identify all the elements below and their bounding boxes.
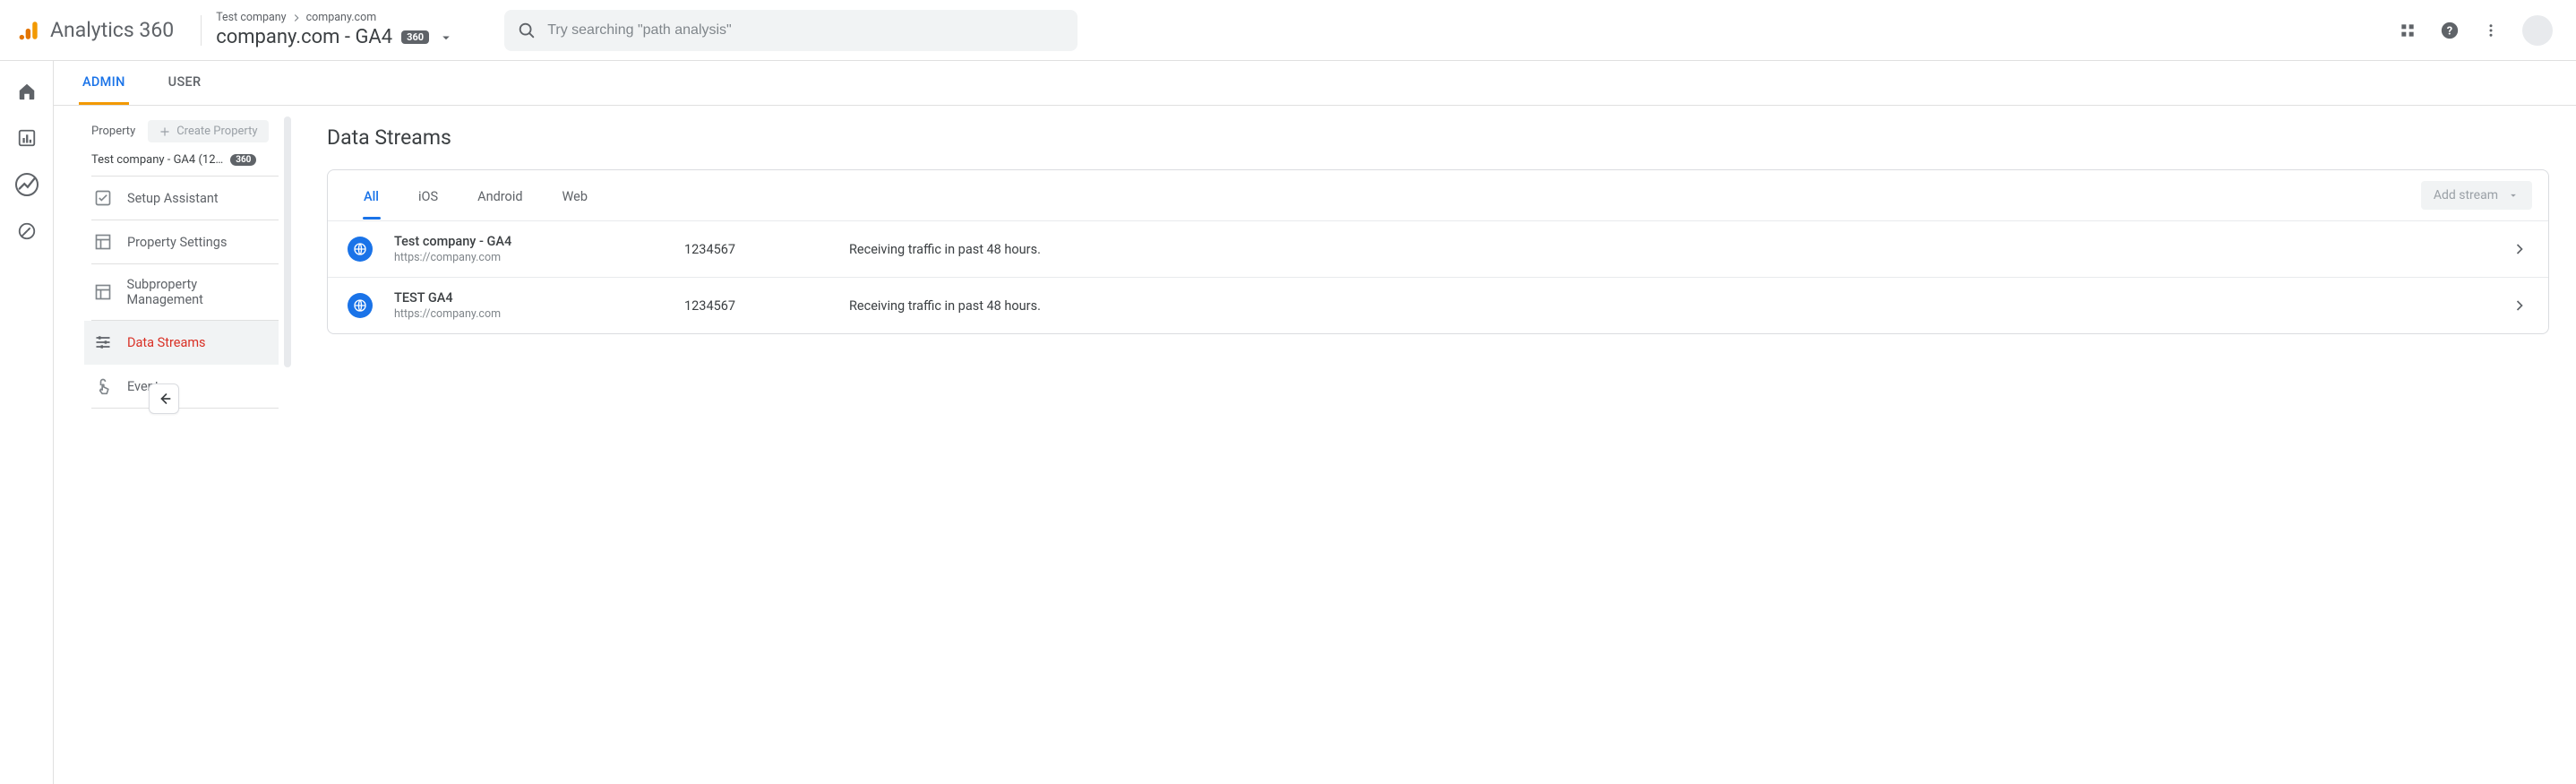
sidebar-item-label: Setup Assistant	[127, 191, 219, 206]
sidebar-item-setup-assistant[interactable]: Setup Assistant	[91, 177, 279, 220]
chevron-right-icon	[2511, 297, 2529, 314]
advertising-icon[interactable]	[16, 220, 38, 242]
property-section-label: Property	[91, 125, 135, 138]
nav-rail	[0, 61, 54, 784]
stream-url: https://company.com	[394, 307, 663, 321]
home-icon[interactable]	[16, 81, 38, 102]
stream-tab-ios[interactable]: iOS	[399, 173, 458, 219]
breadcrumb-account: Test company	[216, 13, 286, 24]
tab-user[interactable]: USER	[165, 62, 205, 105]
stream-status: Receiving traffic in past 48 hours.	[849, 298, 2489, 314]
globe-icon	[348, 237, 373, 262]
svg-text:?: ?	[2447, 24, 2452, 38]
layout-icon	[93, 283, 112, 301]
sidebar-item-subproperty-management[interactable]: Subproperty Management	[91, 264, 279, 321]
caret-down-icon	[2507, 189, 2520, 202]
stream-url: https://company.com	[394, 251, 663, 264]
search-bar[interactable]	[504, 10, 1078, 51]
stream-name: Test company - GA4	[394, 234, 663, 249]
selected-property-label: Test company - GA4 (12…	[91, 153, 223, 167]
analytics-logo-icon	[18, 19, 41, 42]
stream-tab-android[interactable]: Android	[458, 173, 542, 219]
sidebar-item-property-settings[interactable]: Property Settings	[91, 220, 279, 264]
create-property-button[interactable]: Create Property	[148, 120, 268, 142]
product-name: Analytics 360	[50, 18, 174, 42]
back-button[interactable]	[149, 383, 179, 414]
badge-360: 360	[230, 154, 256, 166]
help-icon[interactable]: ?	[2440, 21, 2460, 40]
stream-status: Receiving traffic in past 48 hours.	[849, 242, 2489, 257]
tab-admin[interactable]: ADMIN	[79, 62, 129, 105]
stream-tab-web[interactable]: Web	[543, 173, 607, 219]
page-title: Data Streams	[327, 125, 2549, 150]
stream-tab-all[interactable]: All	[344, 173, 399, 219]
selected-property[interactable]: Test company - GA4 (12… 360	[91, 153, 279, 167]
search-input[interactable]	[547, 22, 1065, 39]
sidebar-item-label: Subproperty Management	[126, 277, 273, 307]
reports-icon[interactable]	[16, 127, 38, 149]
search-icon	[517, 21, 537, 40]
divider	[201, 15, 202, 46]
apps-icon[interactable]	[2399, 22, 2417, 39]
layout-icon	[93, 233, 113, 251]
explore-icon[interactable]	[16, 174, 38, 195]
breadcrumb-property: company.com	[306, 13, 377, 24]
sliders-icon	[93, 333, 113, 351]
streams-card: AlliOSAndroidWeb Add stream Test company…	[327, 169, 2549, 334]
more-icon[interactable]	[2483, 22, 2499, 39]
picker-title: company.com - GA4	[216, 26, 392, 48]
stream-row[interactable]: TEST GA4https://company.com 1234567 Receiv…	[328, 277, 2548, 333]
sidebar-item-label: Data Streams	[127, 335, 206, 350]
check-square-icon	[93, 189, 113, 207]
add-stream-button[interactable]: Add stream	[2421, 181, 2532, 210]
globe-icon	[348, 293, 373, 318]
chevron-right-icon	[290, 12, 303, 24]
badge-360: 360	[401, 30, 429, 44]
tap-icon	[93, 377, 113, 395]
stream-name: TEST GA4	[394, 290, 663, 306]
stream-id: 1234567	[684, 242, 828, 257]
sidebar-item-label: Property Settings	[127, 235, 227, 250]
create-property-label: Create Property	[176, 125, 257, 138]
breadcrumb: Test company company.com	[216, 12, 485, 24]
sidebar-item-data-streams[interactable]: Data Streams	[84, 321, 279, 365]
avatar[interactable]	[2522, 15, 2553, 46]
property-picker[interactable]: Test company company.com company.com - G…	[216, 12, 485, 48]
plus-icon	[159, 125, 171, 138]
add-stream-label: Add stream	[2434, 188, 2498, 202]
chevron-right-icon	[2511, 240, 2529, 258]
caret-down-icon[interactable]	[438, 30, 454, 46]
stream-row[interactable]: Test company - GA4 https://company.com 123…	[328, 221, 2548, 277]
scrollbar[interactable]	[284, 116, 291, 367]
sidebar-item-events[interactable]: Events	[91, 365, 279, 409]
stream-id: 1234567	[684, 298, 828, 314]
